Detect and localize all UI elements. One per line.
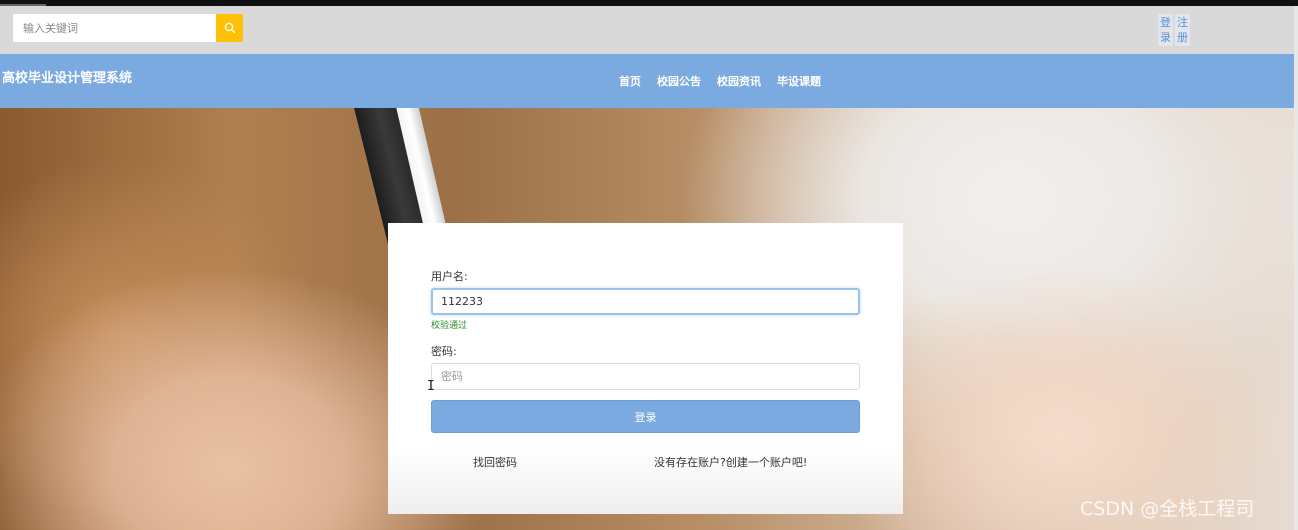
login-link-char-2: 录 <box>1160 31 1171 44</box>
login-submit-label: 登录 <box>634 410 657 424</box>
register-link-char-2: 册 <box>1177 31 1188 44</box>
username-validation-message: 校验通过 <box>431 321 468 331</box>
text-cursor-icon: I <box>427 379 435 394</box>
username-input[interactable] <box>431 288 860 315</box>
login-submit-button[interactable]: 登录 <box>431 400 860 433</box>
watermark: CSDN @全栈工程司 <box>1080 498 1255 520</box>
search-input[interactable] <box>13 14 216 42</box>
login-link[interactable]: 登 录 <box>1158 14 1173 46</box>
site-title: 高校毕业设计管理系统 <box>2 71 133 86</box>
search-box <box>13 14 243 42</box>
password-input[interactable] <box>431 363 860 390</box>
nav-item-home[interactable]: 首页 <box>619 73 641 89</box>
create-account-link[interactable]: 没有存在账户?创建一个账户吧! <box>654 454 807 470</box>
search-icon <box>224 22 235 34</box>
auth-links: 登 录 注 册 <box>1158 14 1190 46</box>
login-card: 用户名: 校验通过 密码: 登录 找回密码 没有存在账户?创建一个账户吧! <box>388 223 903 514</box>
nav-item-announcements[interactable]: 校园公告 <box>657 73 701 89</box>
register-link-char-1: 注 <box>1177 16 1188 29</box>
search-button[interactable] <box>216 14 243 42</box>
nav-item-topics[interactable]: 毕设课题 <box>777 73 821 89</box>
main-navbar: 高校毕业设计管理系统 首页 校园公告 校园资讯 毕设课题 <box>0 54 1294 108</box>
window-right-edge <box>1294 6 1298 530</box>
login-link-char-1: 登 <box>1160 16 1171 29</box>
nav-menu: 首页 校园公告 校园资讯 毕设课题 <box>619 73 821 89</box>
nav-item-news[interactable]: 校园资讯 <box>717 73 761 89</box>
forgot-password-link[interactable]: 找回密码 <box>473 454 517 470</box>
register-link[interactable]: 注 册 <box>1175 14 1190 46</box>
top-bar: 登 录 注 册 <box>0 6 1294 54</box>
username-label: 用户名: <box>431 270 468 283</box>
password-label: 密码: <box>431 345 457 358</box>
